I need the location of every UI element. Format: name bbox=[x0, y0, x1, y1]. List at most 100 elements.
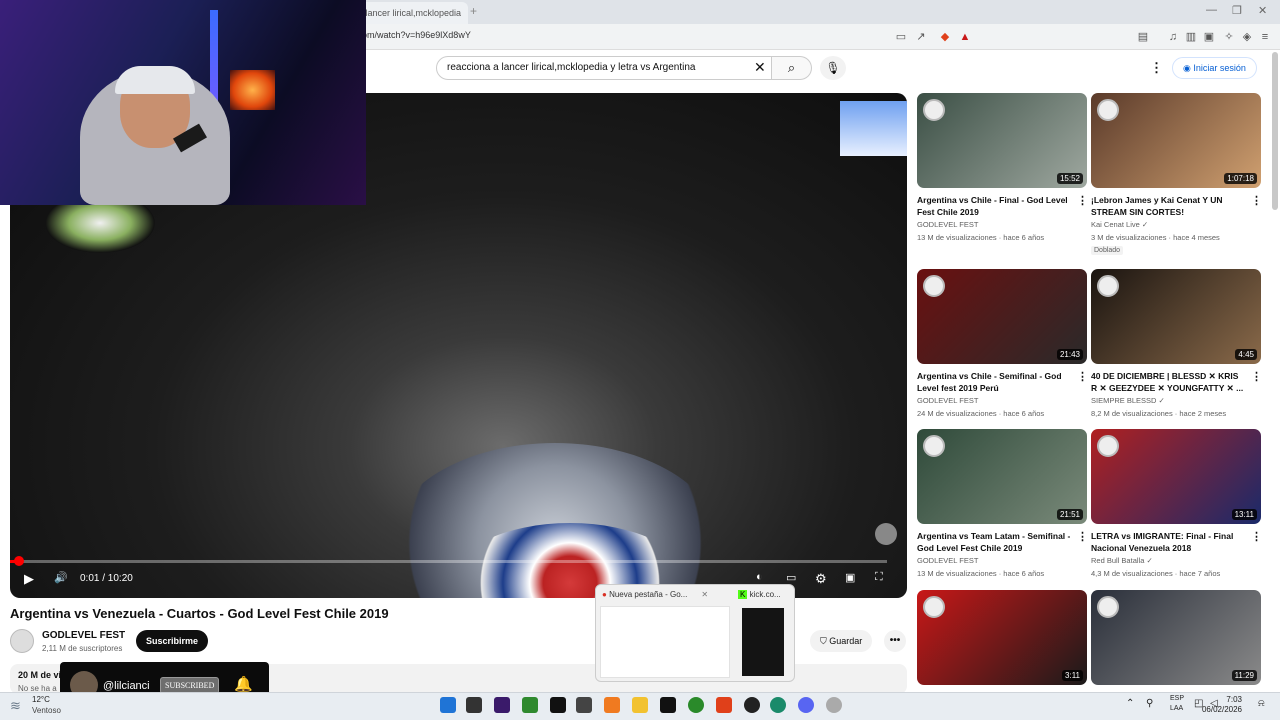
url-text[interactable]: om/watch?v=h96e9lXd8wY bbox=[362, 30, 471, 40]
brave-taskbar-icon[interactable] bbox=[716, 697, 732, 713]
signin-button[interactable]: ◉ Iniciar sesión bbox=[1172, 57, 1257, 79]
preview-thumbnail-kick[interactable] bbox=[742, 608, 784, 676]
sidebar-icon[interactable]: ▥ bbox=[1184, 30, 1198, 44]
app-orange-icon[interactable] bbox=[604, 697, 620, 713]
duration-badge: 21:51 bbox=[1056, 509, 1083, 520]
keyboard-layout[interactable]: LAA bbox=[1170, 705, 1183, 712]
video-card-channel[interactable]: GODLEVEL FEST bbox=[917, 220, 978, 229]
settings-icon[interactable]: ⚙ bbox=[815, 571, 827, 587]
progress-bar[interactable] bbox=[10, 556, 887, 566]
obs-icon[interactable] bbox=[744, 697, 760, 713]
music-icon[interactable]: ♫ bbox=[1166, 30, 1180, 44]
maximize-button[interactable]: ❐ bbox=[1232, 4, 1242, 17]
video-card-channel[interactable]: Kai Cenat Live ✓ bbox=[1091, 220, 1148, 229]
video-card-channel[interactable]: GODLEVEL FEST bbox=[917, 556, 978, 565]
wallet-icon[interactable]: ▣ bbox=[1202, 30, 1216, 44]
video-card-meta: 8,2 M de visualizaciones · hace 2 meses bbox=[1091, 409, 1227, 418]
close-window-button[interactable]: ✕ bbox=[1258, 4, 1267, 17]
file-explorer-icon[interactable] bbox=[632, 697, 648, 713]
chrome-taskbar-icon[interactable] bbox=[688, 697, 704, 713]
video-thumbnail[interactable]: 21:43 bbox=[917, 269, 1087, 364]
task-view-icon[interactable] bbox=[466, 697, 482, 713]
video-card-channel[interactable]: SIEMPRE BLESSD ✓ bbox=[1091, 396, 1165, 405]
video-thumbnail[interactable]: 4:45 bbox=[1091, 269, 1261, 364]
close-preview-icon[interactable]: ✕ bbox=[701, 590, 708, 599]
video-card-title[interactable]: Argentina vs Chile - Semifinal - God Lev… bbox=[917, 370, 1072, 394]
weather-temp[interactable]: 12°C bbox=[32, 695, 50, 704]
app-search-icon[interactable] bbox=[826, 697, 842, 713]
video-thumbnail[interactable]: 11:29 bbox=[1091, 590, 1261, 685]
browser-tab[interactable]: a lancer lirical,mcklopedia bbox=[350, 2, 468, 24]
clear-search-icon[interactable]: ✕ bbox=[754, 59, 766, 76]
volume-icon[interactable]: 🔊 bbox=[54, 571, 68, 584]
search-button[interactable]: ⌕ bbox=[772, 56, 812, 80]
brave-rewards-icon[interactable]: ▲ bbox=[958, 30, 972, 44]
app-icon[interactable] bbox=[576, 697, 592, 713]
subtitles-icon[interactable]: ▭ bbox=[786, 571, 796, 584]
video-card-title[interactable]: 40 DE DICIEMBRE | BLESSD ✕ KRIS R ✕ GEEZ… bbox=[1091, 370, 1246, 394]
video-thumbnail[interactable]: 1:07:18 bbox=[1091, 93, 1261, 188]
video-card-menu-icon[interactable]: ⋮ bbox=[1077, 530, 1088, 543]
app-green-icon[interactable] bbox=[770, 697, 786, 713]
tray-mic-icon[interactable]: ⚲ bbox=[1146, 698, 1153, 709]
video-card-title[interactable]: LETRA vs IMIGRANTE: Final - Final Nacion… bbox=[1091, 530, 1246, 554]
start-icon[interactable] bbox=[440, 697, 456, 713]
video-card-menu-icon[interactable]: ⋮ bbox=[1077, 370, 1088, 383]
vegas-icon[interactable] bbox=[522, 697, 538, 713]
system-date[interactable]: 06/02/2026 bbox=[1200, 705, 1242, 714]
brave-shield-icon[interactable]: ◆ bbox=[938, 30, 952, 44]
settings-menu-icon[interactable]: ⋮ bbox=[1150, 60, 1163, 76]
system-clock[interactable]: 7:03 bbox=[1226, 695, 1242, 704]
play-icon[interactable]: ▶ bbox=[24, 571, 34, 587]
autoplay-toggle[interactable]: ◐ bbox=[756, 571, 763, 583]
app-171-icon[interactable] bbox=[550, 697, 566, 713]
kick-icon: K bbox=[738, 590, 748, 599]
preview-thumbnail-chrome[interactable] bbox=[600, 606, 730, 678]
share-icon[interactable]: ↗ bbox=[914, 30, 928, 44]
video-card-title[interactable]: Argentina vs Team Latam - Semifinal - Go… bbox=[917, 530, 1072, 554]
video-card-menu-icon[interactable]: ⋮ bbox=[1251, 370, 1262, 383]
reader-icon[interactable]: ▤ bbox=[1136, 30, 1150, 44]
tiktok-icon[interactable] bbox=[660, 697, 676, 713]
video-card-menu-icon[interactable]: ⋮ bbox=[1251, 194, 1262, 207]
video-thumbnail[interactable]: 15:52 bbox=[917, 93, 1087, 188]
cast-icon[interactable]: ▭ bbox=[894, 30, 908, 44]
more-actions-button[interactable]: ••• bbox=[884, 630, 906, 652]
weather-wind-icon[interactable]: ≋ bbox=[10, 698, 21, 714]
video-card-channel[interactable]: GODLEVEL FEST bbox=[917, 396, 978, 405]
ai-icon[interactable]: ✧ bbox=[1222, 30, 1236, 44]
sidebar-scrollbar[interactable] bbox=[1272, 52, 1278, 210]
voice-search-button[interactable]: 🎙 bbox=[820, 56, 846, 80]
channel-name[interactable]: GODLEVEL FEST bbox=[42, 630, 125, 641]
video-card-menu-icon[interactable]: ⋮ bbox=[1077, 194, 1088, 207]
premiere-icon[interactable] bbox=[494, 697, 510, 713]
tray-overflow-icon[interactable]: ⌃ bbox=[1126, 698, 1134, 709]
subscribe-button[interactable]: Suscribirme bbox=[136, 630, 209, 652]
discord-icon[interactable] bbox=[798, 697, 814, 713]
video-thumbnail[interactable]: 3:11 bbox=[917, 590, 1087, 685]
save-button[interactable]: ⛉ Guardar bbox=[810, 630, 873, 652]
scrubber-handle[interactable] bbox=[13, 556, 24, 566]
video-card-meta: 24 M de visualizaciones · hace 6 años bbox=[917, 409, 1045, 418]
channel-avatar[interactable] bbox=[10, 629, 34, 653]
miniplayer-icon[interactable]: ▣ bbox=[845, 571, 855, 584]
minimize-button[interactable]: — bbox=[1206, 4, 1217, 16]
preview-item-kick[interactable]: K kick.co... bbox=[738, 590, 781, 599]
video-thumbnail[interactable]: 13:11 bbox=[1091, 429, 1261, 524]
video-card-title[interactable]: ¡Lebron James y Kai Cenat Y UN STREAM SI… bbox=[1091, 194, 1246, 218]
weather-condition[interactable]: Ventoso bbox=[32, 706, 61, 715]
preview-item-chrome[interactable]: ● Nueva pestaña - Go... ✕ bbox=[602, 590, 708, 599]
new-tab-button[interactable]: + bbox=[470, 4, 477, 18]
video-card-menu-icon[interactable]: ⋮ bbox=[1251, 530, 1262, 543]
search-query[interactable]: reacciona a lancer lirical,mcklopedia y … bbox=[447, 62, 695, 73]
browser-menu-icon[interactable]: ≡ bbox=[1258, 30, 1272, 44]
duration-badge: 13:11 bbox=[1231, 509, 1257, 520]
channel-branding-icon[interactable] bbox=[875, 523, 897, 545]
language-indicator[interactable]: ESP bbox=[1170, 695, 1184, 702]
vpn-icon[interactable]: ◈ bbox=[1240, 30, 1254, 44]
video-card-title[interactable]: Argentina vs Chile - Final - God Level F… bbox=[917, 194, 1072, 218]
video-thumbnail[interactable]: 21:51 bbox=[917, 429, 1087, 524]
fullscreen-icon[interactable]: ⛶ bbox=[875, 571, 883, 584]
notifications-icon[interactable]: ⍾ bbox=[1258, 698, 1265, 709]
video-card-channel[interactable]: Red Bull Batalla ✓ bbox=[1091, 556, 1153, 565]
